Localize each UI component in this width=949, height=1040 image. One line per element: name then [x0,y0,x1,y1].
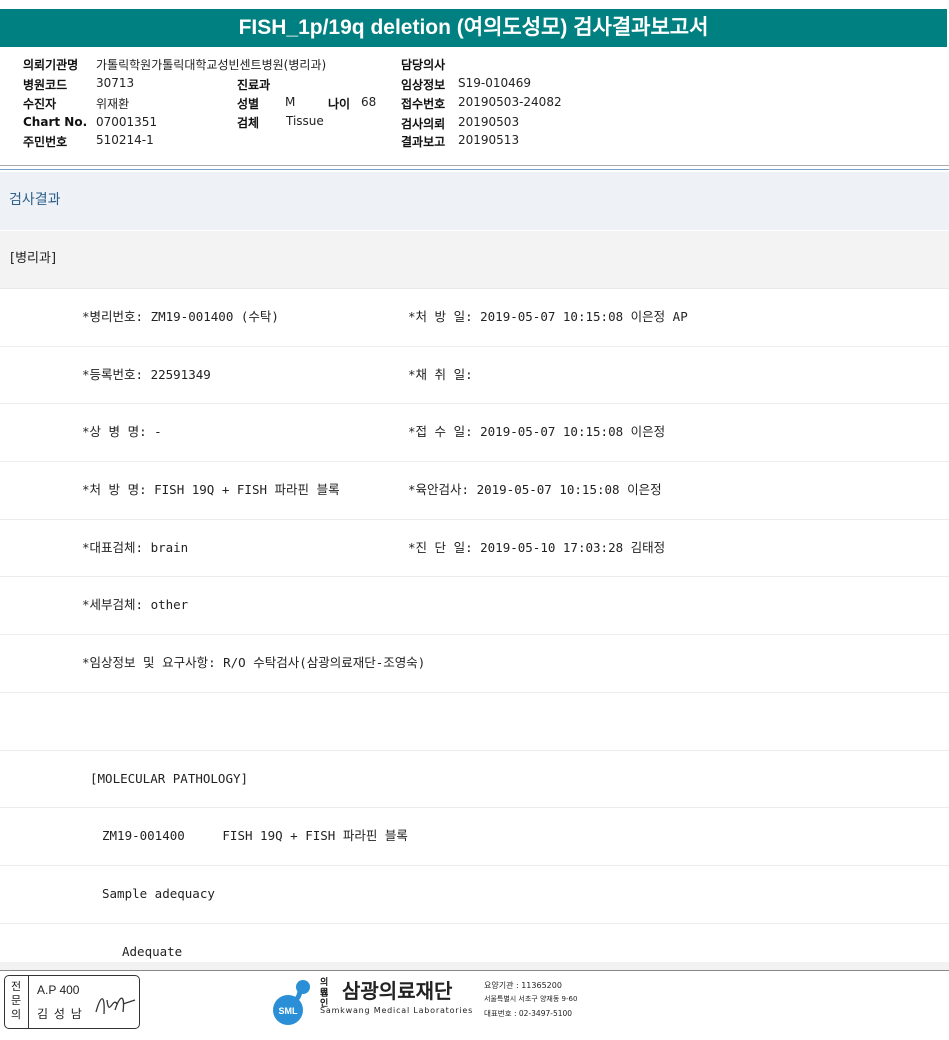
sml-badge-text: SML [279,1006,299,1016]
result-row: Adequate [0,924,949,981]
row-right: *채 취 일: [408,366,473,382]
recipient-label: 수진자 [23,97,57,111]
result-row: *대표검체: brain *진 단 일: 2019-05-10 17:03:28 … [0,520,949,578]
logo-info3: 대표번호 : 02-3497-5100 [484,1009,573,1018]
result-row: Sample adequacy [0,866,949,924]
patient-header: 의뢰기관명 가톨릭학원가톨릭대학교성빈센트병원(병리과) 담당의사 병원코드 3… [0,48,949,166]
receipt-value: 20190503-24082 [458,95,562,109]
recipient-value: 위재환 [96,97,130,111]
request-value: 20190503 [458,115,520,129]
signature-icon [95,997,136,1015]
row-left: ZM19-001400 FISH 19Q + FISH 파라핀 블록 [102,828,408,844]
doctor-label: 담당의사 [401,58,446,72]
row-left: Sample adequacy [102,885,215,901]
section-title: 검사결과 [0,172,949,230]
specimen-value: Tissue [286,114,324,128]
logo-info1: 요양기관 : 11365200 [484,981,562,990]
chart-value: 07001351 [96,115,158,129]
report-title: FISH_1p/19q deletion (여의도성모) 검사결과보고서 [0,9,947,47]
footer-divider [0,970,949,971]
hospital-code-label: 병원코드 [23,78,68,92]
row-right: *육안검사: 2019-05-07 10:15:08 이은정 [408,482,662,498]
stamp-line2: 김 성 남 [37,1007,83,1021]
receipt-label: 접수번호 [401,97,446,111]
institution-label: 의뢰기관명 [23,58,79,72]
result-row: *임상정보 및 요구사항: R/O 수탁검사(삼광의료재단-조영숙) [0,635,949,693]
age-value: 68 [361,95,377,109]
chart-label: Chart No. [23,115,88,129]
specialist-stamp: 전문의 A.P 400 김 성 남 [4,975,140,1029]
sex-value: M [285,95,296,109]
row-left: *등록번호: 22591349 [82,366,211,382]
department-text: [병리과] [10,251,57,266]
age-label: 나이 [328,97,351,111]
stamp-vertical-label: 전문의 [10,980,22,1021]
row-left: *대표검체: brain [82,539,189,555]
row-left: *임상정보 및 요구사항: R/O 수탁검사(삼광의료재단-조영숙) [82,655,426,671]
result-row: ZM19-001400 FISH 19Q + FISH 파라핀 블록 [0,808,949,866]
result-row: *상 병 명: - *접 수 일: 2019-05-07 10:15:08 이은정 [0,404,949,463]
row-left: [MOLECULAR PATHOLOGY] [90,770,249,786]
idnum-value: 510214-1 [96,133,154,147]
specimen-label: 검체 [237,116,260,130]
result-row: *세부검체: other [0,577,949,636]
report-value: 20190513 [458,133,520,147]
result-row: *등록번호: 22591349 *채 취 일: [0,347,949,405]
row-left: *세부검체: other [82,597,189,613]
logo-name: 삼광의료재단 [342,979,453,1003]
sex-label: 성별 [237,97,260,111]
row-right: *접 수 일: 2019-05-07 10:15:08 이은정 [408,424,666,440]
clinical-value: S19-010469 [458,76,532,90]
logo-english: Samkwang Medical Laboratories [320,1006,474,1015]
footer-strip [0,962,949,970]
hospital-code-value: 30713 [96,76,135,90]
institution-value: 가톨릭학원가톨릭대학교성빈센트병원(병리과) [96,58,327,72]
logo-info2: 서울특별시 서초구 양재동 9-60 [484,995,578,1003]
result-row: *병리번호: ZM19-001400 (수탁) *처 방 일: 2019-05-0… [0,289,949,347]
report-label: 결과보고 [401,135,446,149]
row-left: *상 병 명: - [82,424,162,440]
result-rows: *병리번호: ZM19-001400 (수탁) *처 방 일: 2019-05-0… [0,289,949,980]
stamp-divider [28,976,29,1028]
result-row [0,693,949,751]
clinical-label: 임상정보 [401,78,446,92]
sml-logo-icon: SML [273,980,310,1025]
request-label: 검사의뢰 [401,117,446,131]
result-row: [MOLECULAR PATHOLOGY] [0,751,949,809]
section-divider [0,169,949,170]
dept-label: 진료과 [237,78,271,92]
row-right: *진 단 일: 2019-05-10 17:03:28 김태정 [408,539,666,555]
result-row: *처 방 명: FISH 19Q + FISH 파라핀 블록 *육안검사: 201… [0,462,949,520]
stamp-line1: A.P 400 [37,983,80,997]
idnum-label: 주민번호 [23,135,68,149]
row-left: *병리번호: ZM19-001400 (수탁) [82,309,279,324]
row-left: Adequate [122,943,183,959]
row-left: *처 방 명: FISH 19Q + FISH 파라핀 블록 [82,482,340,498]
row-right: *처 방 일: 2019-05-07 10:15:08 이은정 AP [408,309,688,324]
department-row: [병리과] [0,231,949,289]
section-title-text: 검사결과 [9,192,61,208]
header-divider [0,165,949,166]
